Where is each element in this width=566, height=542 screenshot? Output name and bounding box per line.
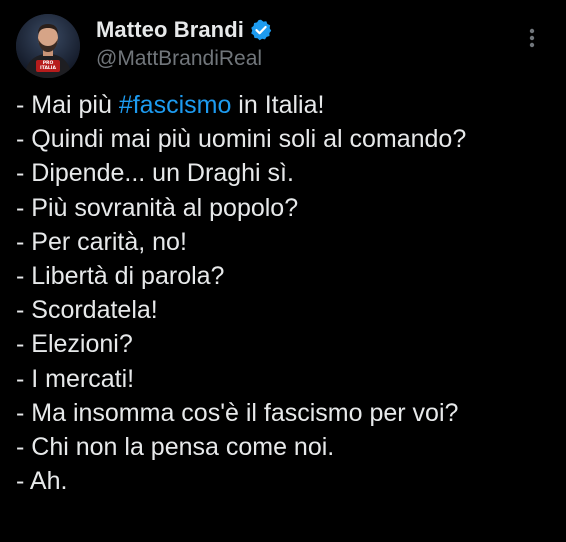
verified-badge-icon bbox=[250, 19, 272, 41]
tweet-header: PRO ITALIA Matteo Brandi @MattBrandiReal bbox=[16, 14, 550, 78]
tweet-line: - Ma insomma cos'è il fascismo per voi? bbox=[16, 398, 459, 427]
name-row: Matteo Brandi bbox=[96, 16, 272, 44]
display-name[interactable]: Matteo Brandi bbox=[96, 17, 244, 43]
author-names: Matteo Brandi @MattBrandiReal bbox=[96, 16, 272, 71]
tweet-line: - I mercati! bbox=[16, 364, 135, 393]
line-suffix: in Italia! bbox=[231, 91, 325, 119]
hashtag-link[interactable]: #fascismo bbox=[119, 91, 232, 119]
tweet-line: - Ah. bbox=[16, 467, 68, 496]
tweet-line: - Libertà di parola? bbox=[16, 261, 225, 290]
tweet-line: - Più sovranità al popolo? bbox=[16, 193, 299, 222]
avatar[interactable]: PRO ITALIA bbox=[16, 14, 80, 78]
tweet-line: - Chi non la pensa come noi. bbox=[16, 432, 335, 461]
tweet-line: - Per carità, no! bbox=[16, 227, 187, 256]
tweet-line: - Elezioni? bbox=[16, 330, 133, 359]
tweet-text: - Mai più #fascismo in Italia! - Quindi … bbox=[16, 88, 556, 498]
tweet-line: - Dipende... un Draghi sì. bbox=[16, 159, 294, 188]
handle[interactable]: @MattBrandiReal bbox=[96, 47, 272, 71]
tweet-line: - Quindi mai più uomini soli al comando? bbox=[16, 125, 467, 154]
tweet-card: PRO ITALIA Matteo Brandi @MattBrandiReal bbox=[0, 0, 566, 542]
line-prefix: - Mai più bbox=[16, 91, 119, 119]
avatar-badge-text: PRO ITALIA bbox=[40, 61, 56, 71]
more-options-icon[interactable] bbox=[522, 24, 542, 52]
tweet-line: - Mai più #fascismo in Italia! bbox=[16, 88, 556, 122]
tweet-line: - Scordatela! bbox=[16, 296, 158, 325]
